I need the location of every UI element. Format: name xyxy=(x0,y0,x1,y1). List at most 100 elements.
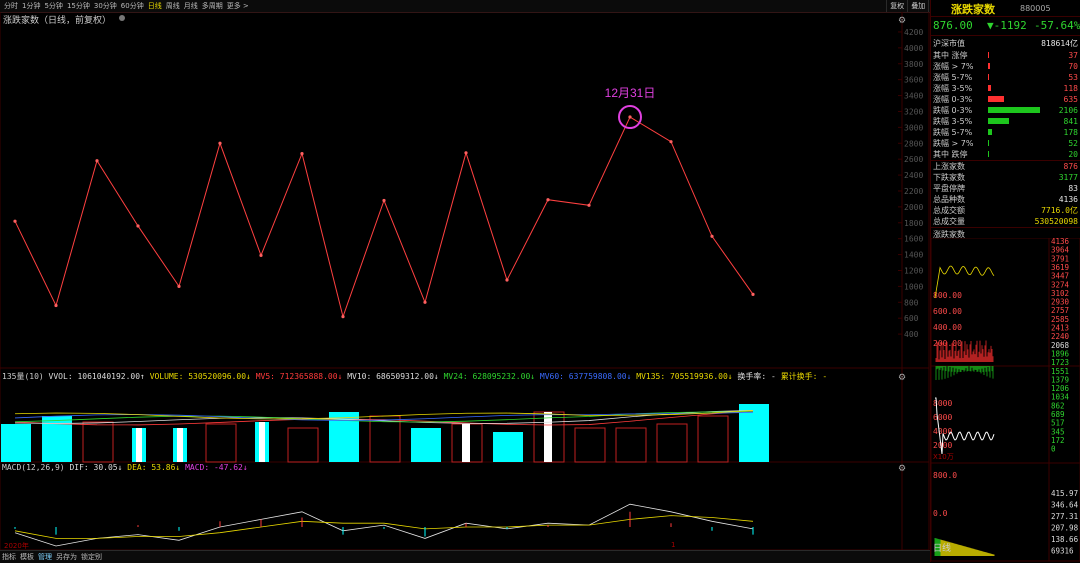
volume-value: VOLUME: 530520096.00↓ xyxy=(149,372,251,381)
mini-right-tick: 3964 xyxy=(1051,246,1070,255)
mini-left-tick: 600.00 xyxy=(933,307,962,316)
distribution-value: 52 xyxy=(1068,139,1078,148)
indicator-settings-dot[interactable] xyxy=(119,15,125,21)
y-tick-label: 2000 xyxy=(904,203,923,212)
data-point[interactable] xyxy=(669,140,673,144)
divider xyxy=(931,35,1080,36)
mini-intraday-chart[interactable]: 800.00600.00400.00200.004136396437913619… xyxy=(931,238,1080,562)
data-point[interactable] xyxy=(54,303,58,308)
data-point[interactable] xyxy=(177,284,181,288)
period-tab-3[interactable]: 15分钟 xyxy=(65,0,92,12)
volume-bar xyxy=(574,427,606,463)
mv24-value: MV24: 628095232.00↓ xyxy=(443,372,536,381)
data-point[interactable] xyxy=(546,198,550,202)
tool-button-1[interactable]: 叠加 xyxy=(907,0,928,12)
data-point[interactable] xyxy=(300,152,304,156)
distribution-row[interactable]: 涨幅 0-3% 635 xyxy=(933,94,1078,105)
mini-macd-tick: 0.0 xyxy=(933,509,948,518)
data-point[interactable] xyxy=(710,234,714,238)
cum-turnover-value: 累计换手: - xyxy=(780,372,828,381)
tool-button-0[interactable]: 复权 xyxy=(886,0,907,12)
data-point[interactable] xyxy=(136,224,140,228)
divider xyxy=(931,227,1080,228)
stat-label: 总成交量 xyxy=(933,217,965,226)
data-point[interactable] xyxy=(341,315,345,319)
mini-right-tick: 1896 xyxy=(1051,349,1070,358)
data-point[interactable] xyxy=(587,203,591,207)
bottom-tab-4[interactable]: 锁定别 xyxy=(79,551,104,563)
period-tab-0[interactable]: 分时 xyxy=(2,0,20,12)
distribution-row[interactable]: 涨幅 3-5% 118 xyxy=(933,83,1078,94)
period-tab-7[interactable]: 周线 xyxy=(164,0,182,12)
macd-gear-icon[interactable]: ⚙ xyxy=(898,464,906,474)
volume-period-label[interactable]: 135量(10) xyxy=(2,372,44,381)
distribution-row[interactable]: 跌幅 0-3% 2106 xyxy=(933,105,1078,116)
index-pct: -57.64% xyxy=(1034,19,1080,32)
distribution-row[interactable]: 涨幅 5-7% 53 xyxy=(933,72,1078,83)
distribution-row[interactable]: 其中 跌停 20 xyxy=(933,149,1078,160)
macd-legend: MACD(12,26,9) DIF: 30.05↓ DEA: 53.86↓ MA… xyxy=(2,463,248,472)
stat-label: 下跌家数 xyxy=(933,173,965,182)
data-point[interactable] xyxy=(628,115,632,119)
period-tab-2[interactable]: 5分钟 xyxy=(42,0,64,12)
volume-bar-inner xyxy=(544,412,552,462)
y-tick-label: 3800 xyxy=(904,60,923,69)
data-point[interactable] xyxy=(751,292,755,296)
volume-gear-icon[interactable]: ⚙ xyxy=(898,373,906,383)
stat-row: 上涨家数 876 xyxy=(933,161,1078,172)
distribution-row[interactable]: 跌幅 3-5% 841 xyxy=(933,116,1078,127)
mini-left-tick: 800.00 xyxy=(933,291,962,300)
mv60-value: MV60: 637759808.00↓ xyxy=(539,372,632,381)
period-tab-6[interactable]: 日线 xyxy=(146,0,164,12)
macd-name[interactable]: MACD(12,26,9) xyxy=(2,463,65,472)
data-point[interactable] xyxy=(505,278,509,282)
volume-bar xyxy=(615,427,647,463)
mini-period-label[interactable]: 日线 xyxy=(933,541,951,554)
distribution-value: 635 xyxy=(1063,95,1078,104)
bottom-tab-2[interactable]: 管理 xyxy=(36,551,54,563)
data-point[interactable] xyxy=(464,151,468,155)
bottom-tab-0[interactable]: 指标 xyxy=(0,551,18,563)
distribution-row[interactable]: 跌幅 > 7% 52 xyxy=(933,138,1078,149)
data-point[interactable] xyxy=(13,219,17,223)
period-tab-4[interactable]: 30分钟 xyxy=(92,0,119,12)
volume-bar-inner xyxy=(177,428,183,462)
distribution-row[interactable]: 其中 涨停 37 xyxy=(933,50,1078,61)
period-tab-5[interactable]: 60分钟 xyxy=(119,0,146,12)
period-tab-8[interactable]: 月线 xyxy=(182,0,200,12)
period-tabs: 分时 1分钟 5分钟 15分钟 30分钟 60分钟 日线 周线 月线 多周期 更多 > xyxy=(2,0,251,12)
distribution-row[interactable]: 涨幅 > 7% 70 xyxy=(933,61,1078,72)
period-tab-10[interactable]: 更多 > xyxy=(225,0,251,12)
data-point[interactable] xyxy=(382,198,386,203)
index-name: 涨跌家数 xyxy=(951,3,995,16)
data-point[interactable] xyxy=(95,159,99,163)
y-tick-label: 800 xyxy=(904,298,919,307)
y-tick-label: 1000 xyxy=(904,282,923,291)
y-tick-label: 1200 xyxy=(904,266,923,275)
mini-right-tick: 3791 xyxy=(1051,254,1069,263)
data-point[interactable] xyxy=(259,253,263,257)
volume-bar xyxy=(656,423,688,463)
data-point[interactable] xyxy=(218,141,222,145)
distribution-label: 涨幅 3-5% xyxy=(933,84,973,93)
stat-value: 3177 xyxy=(1058,173,1078,182)
y-tick-label: 1600 xyxy=(904,235,923,244)
data-point[interactable] xyxy=(423,300,427,304)
period-tab-9[interactable]: 多周期 xyxy=(200,0,225,12)
y-tick-label: 2600 xyxy=(904,155,923,164)
bottom-tab-3[interactable]: 另存为 xyxy=(54,551,79,563)
distribution-row[interactable]: 跌幅 5-7% 178 xyxy=(933,127,1078,138)
volume-bar-inner xyxy=(136,428,142,462)
y-tick-label: 600 xyxy=(904,314,919,323)
mini-right-tick: 1379 xyxy=(1051,375,1069,384)
stat-row: 下跌家数 3177 xyxy=(933,172,1078,183)
mini-right-tick: 172 xyxy=(1051,436,1065,445)
gear-icon[interactable]: ⚙ xyxy=(898,16,906,26)
bottom-tab-1[interactable]: 模板 xyxy=(18,551,36,563)
period-tab-1[interactable]: 1分钟 xyxy=(20,0,42,12)
mini-right-tick: 517 xyxy=(1051,419,1065,428)
vvol-value: VVOL: 1061040192.00↑ xyxy=(48,372,145,381)
volume-bar xyxy=(493,432,523,462)
index-code: 880005 xyxy=(1020,4,1051,13)
distribution-value: 178 xyxy=(1063,128,1078,137)
